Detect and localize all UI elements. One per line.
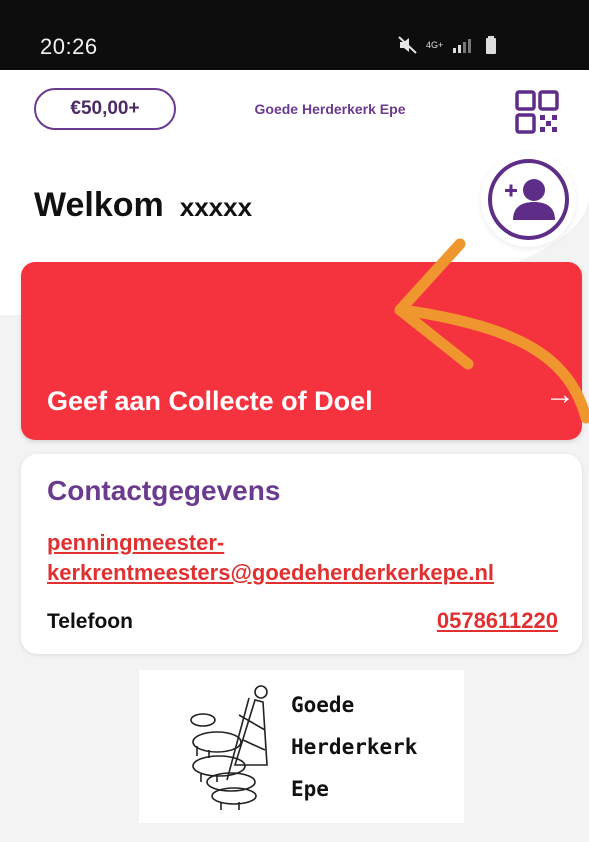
amount-button[interactable]: €50,00+	[34, 88, 176, 130]
church-name: Goede Herderkerk Epe	[254, 101, 406, 117]
status-bar: 20:26 4G+	[0, 0, 589, 70]
church-logo: Goede Herderkerk Epe	[139, 670, 464, 823]
contact-title: Contactgegevens	[47, 475, 281, 506]
logo-line-1: Goede	[291, 693, 355, 717]
email-line-1: penningmeester-	[47, 530, 225, 555]
shepherd-sheep-illustration	[190, 685, 268, 810]
logo-text: Goede Herderkerk Epe	[291, 684, 417, 810]
battery-icon	[486, 36, 497, 54]
email-line-2: kerkrentmeesters@goedeherderkerkepe.nl	[47, 560, 495, 585]
logo-line-3: Epe	[291, 777, 329, 801]
phone-label: Telefoon	[47, 610, 133, 633]
give-card-label: Geef aan Collecte of Doel	[47, 386, 373, 416]
phone-link[interactable]: 0578611220	[437, 608, 558, 634]
contact-card: Contactgegevens penningmeester- kerkrent…	[21, 454, 582, 654]
arrow-right-icon: →	[545, 378, 575, 411]
give-collection-card[interactable]: Geef aan Collecte of Doel →	[21, 262, 582, 440]
email-link[interactable]: penningmeester- kerkrentmeesters@goedehe…	[47, 528, 494, 588]
user-name: xxxxx	[179, 192, 253, 222]
status-time: 20:26	[40, 34, 98, 59]
network-type: 4G+	[426, 40, 444, 50]
welcome-greeting: Welkom	[34, 186, 164, 224]
welcome-heading: Welkom xxxxx	[34, 186, 252, 225]
qr-code-icon[interactable]	[513, 88, 561, 136]
mute-icon	[398, 36, 417, 54]
status-icons: 4G+	[398, 36, 497, 54]
top-bar: €50,00+ Goede Herderkerk Epe	[0, 70, 589, 150]
add-user-button[interactable]	[481, 152, 576, 247]
signal-icon	[453, 39, 472, 53]
add-user-icon	[505, 179, 555, 220]
logo-line-2: Herderkerk	[291, 735, 418, 759]
